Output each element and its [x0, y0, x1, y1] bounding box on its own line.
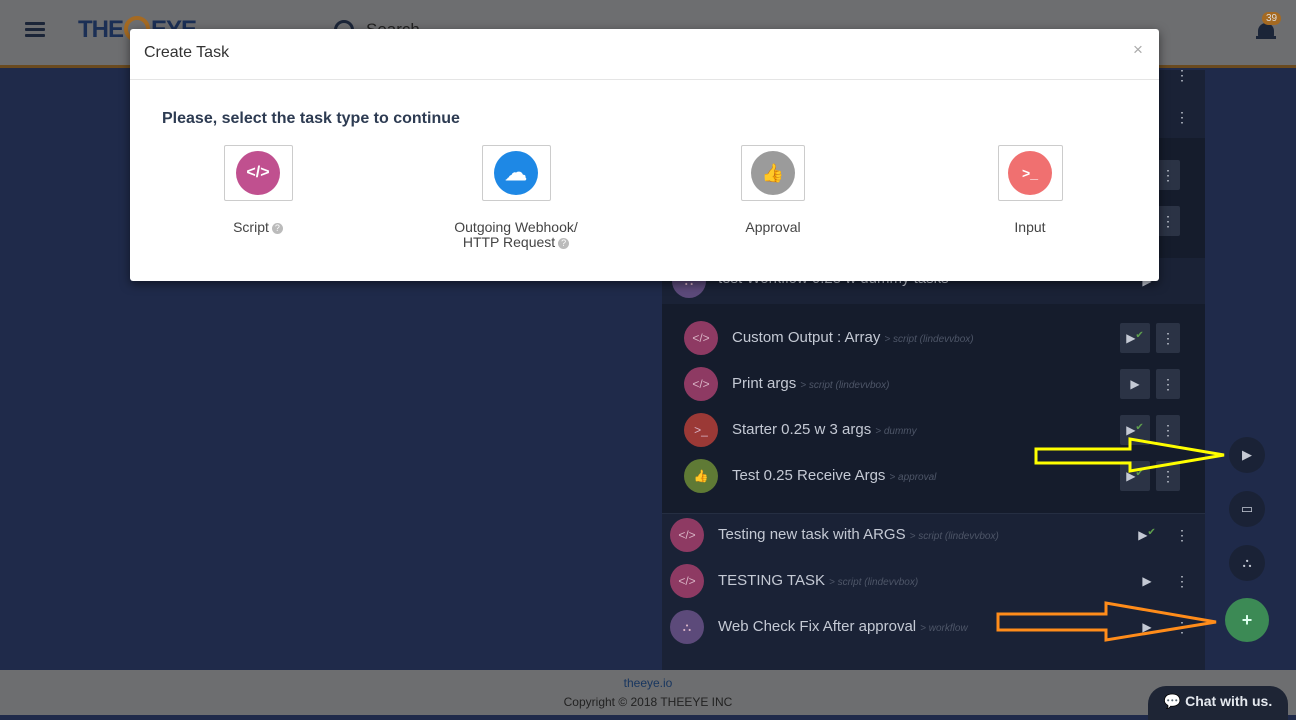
play-button[interactable]: ▶: [1120, 369, 1150, 399]
footer-copyright: Copyright © 2018 THEEYE INC: [563, 695, 733, 709]
kebab-menu-icon[interactable]: ⋮: [1156, 369, 1180, 399]
thumbs-up-icon: 👍: [684, 459, 718, 493]
code-icon: </>: [684, 367, 718, 401]
kebab-menu-icon[interactable]: ⋮: [1156, 323, 1180, 353]
hamburger-menu-icon[interactable]: [25, 22, 45, 38]
task-name[interactable]: Custom Output : Array > script (lindevvbo…: [732, 329, 974, 346]
notification-badge: 39: [1262, 12, 1282, 25]
modal-title: Create Task: [144, 44, 230, 61]
play-button[interactable]: ▶✔: [1132, 520, 1162, 550]
kebab-menu-icon[interactable]: ⋮: [1170, 566, 1194, 596]
sitemap-icon: ⛬: [670, 610, 704, 644]
task-name[interactable]: Test 0.25 Receive Args > approval: [732, 467, 936, 484]
task-meta: > approval: [889, 472, 937, 483]
kebab-menu-icon[interactable]: ⋮: [1156, 160, 1180, 190]
task-name-text: Print args: [732, 375, 797, 392]
create-task-modal: Create Task × Please, select the task ty…: [130, 29, 1159, 281]
task-name[interactable]: Web Check Fix After approval > workflow: [718, 618, 968, 635]
code-icon: </>: [236, 151, 280, 195]
modal-header: Create Task ×: [130, 29, 1159, 80]
orange-arrow-annotation: [996, 601, 1217, 642]
thumbs-up-icon: 👍: [751, 151, 795, 195]
task-name-text: Custom Output : Array: [732, 329, 881, 346]
approval-label: Approval: [745, 219, 801, 235]
kebab-menu-icon[interactable]: ⋮: [1156, 206, 1180, 236]
footer: theeye.io Copyright © 2018 THEEYE INC: [0, 670, 1296, 715]
webhook-option-button[interactable]: ☁: [481, 145, 551, 201]
task-name-text: TESTING TASK: [718, 572, 825, 589]
input-label: Input: [1014, 219, 1046, 235]
chat-bubble-icon: 💬: [1163, 693, 1182, 709]
add-fab-button[interactable]: +: [1225, 598, 1269, 642]
task-name[interactable]: TESTING TASK > script (lindevvbox): [718, 572, 918, 589]
logo-text: THE: [78, 16, 124, 43]
input-option-button[interactable]: >_: [997, 145, 1063, 201]
task-type-approval[interactable]: 👍 Approval: [673, 145, 873, 235]
code-icon: </>: [670, 564, 704, 598]
check-icon: ✔: [1147, 527, 1156, 538]
sitemap-icon: ⛬: [1242, 555, 1252, 570]
help-icon[interactable]: ?: [558, 237, 570, 249]
terminal-icon: >_: [684, 413, 718, 447]
monitor-icon: ▭: [1240, 501, 1254, 516]
terminal-icon: >_: [1008, 151, 1052, 195]
check-icon: ✔: [1135, 422, 1144, 433]
task-row[interactable]: </> Testing new task with ARGS > script (l…: [662, 512, 1205, 558]
footer-link[interactable]: theeye.io: [0, 676, 1296, 690]
close-icon[interactable]: ×: [1133, 40, 1143, 60]
chat-label: Chat with us.: [1185, 693, 1273, 709]
play-icon: ▶: [1242, 447, 1252, 462]
task-meta: > script (lindevvbox): [800, 380, 890, 391]
code-icon: </>: [670, 518, 704, 552]
monitor-fab-button[interactable]: ▭: [1229, 491, 1265, 527]
plus-icon: +: [1241, 610, 1253, 630]
yellow-arrow-annotation: [1034, 437, 1225, 473]
task-row[interactable]: </> Custom Output : Array > script (lindev…: [662, 315, 1205, 361]
help-icon[interactable]: ?: [271, 222, 283, 234]
kebab-menu-icon[interactable]: ⋮: [1170, 102, 1194, 132]
script-option-button[interactable]: </>: [223, 145, 293, 201]
task-type-webhook[interactable]: ☁ Outgoing Webhook/HTTP Request?: [416, 145, 616, 250]
task-row[interactable]: </> Print args > script (lindevvbox) ▶ ⋮: [662, 361, 1205, 407]
script-label: Script: [233, 219, 269, 235]
task-meta: > script (lindevvbox): [884, 334, 974, 345]
cloud-icon: ☁: [494, 151, 538, 195]
workflow-fab-button[interactable]: ⛬: [1229, 545, 1265, 581]
task-meta: > script (lindevvbox): [828, 577, 919, 588]
kebab-menu-icon[interactable]: ⋮: [1170, 60, 1194, 90]
play-button[interactable]: ▶: [1132, 566, 1162, 596]
kebab-menu-icon[interactable]: ⋮: [1170, 520, 1194, 550]
task-meta: > script (lindevvbox): [909, 531, 999, 542]
modal-prompt: Please, select the task type to continue: [162, 110, 460, 127]
task-row[interactable]: </> TESTING TASK > script (lindevvbox) ▶ ⋮: [662, 558, 1205, 604]
task-name[interactable]: Starter 0.25 w 3 args > dummy: [732, 421, 917, 438]
run-fab-button[interactable]: ▶: [1229, 437, 1265, 473]
task-name-text: Testing new task with ARGS: [718, 526, 906, 543]
check-icon: ✔: [1135, 330, 1144, 341]
task-name[interactable]: Print args > script (lindevvbox): [732, 375, 889, 392]
task-meta: > workflow: [920, 623, 968, 634]
webhook-label: Outgoing Webhook/: [454, 219, 578, 235]
approval-option-button[interactable]: 👍: [741, 145, 805, 201]
task-name-text: Starter 0.25 w 3 args: [732, 421, 872, 438]
task-name-text: Web Check Fix After approval: [718, 618, 917, 635]
task-name-text: Test 0.25 Receive Args: [732, 467, 886, 484]
task-name[interactable]: Testing new task with ARGS > script (lind…: [718, 526, 999, 543]
task-type-script[interactable]: </> Script?: [158, 145, 358, 235]
play-button[interactable]: ▶✔: [1120, 323, 1150, 353]
webhook-label-2: HTTP Request: [462, 234, 556, 250]
task-type-input[interactable]: >_ Input: [930, 145, 1130, 235]
code-icon: </>: [684, 321, 718, 355]
task-meta: > dummy: [875, 426, 917, 437]
